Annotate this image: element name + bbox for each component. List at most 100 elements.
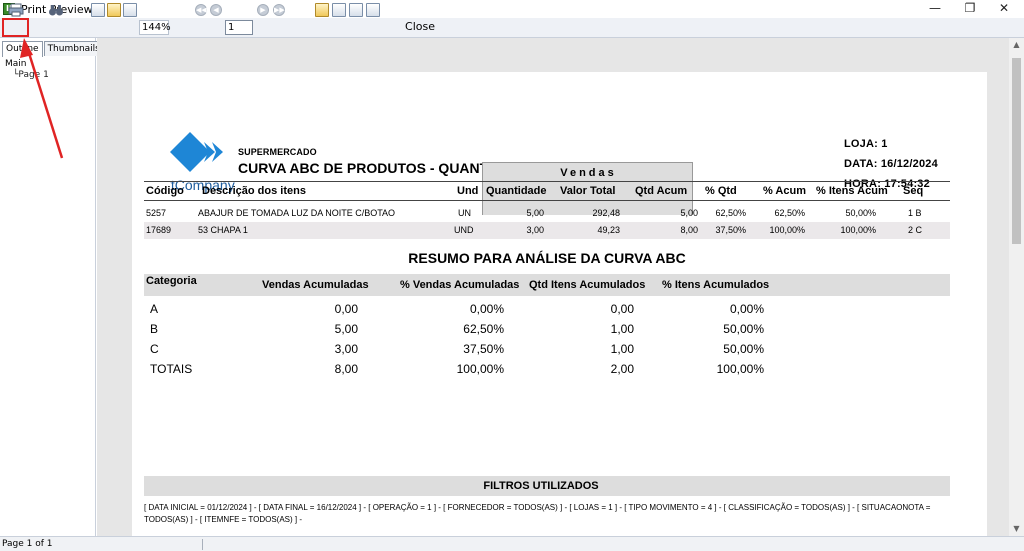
first-page-button[interactable]: ◀◀ [195,2,207,18]
multi-pages-icon [366,3,380,17]
preview-viewer[interactable]: NextCompany SUPERMERCADO CURVA ABC DE PR… [97,38,1009,536]
find-button[interactable] [48,2,64,18]
close-preview-button[interactable]: Close [404,19,436,35]
col-pct-itens-acum: % Itens Acum [816,185,888,197]
tree-item-page-1-label: Page 1 [18,70,49,80]
res-vendas: 8,00 [334,362,358,376]
highlight-box [2,18,29,37]
res-vendas: 3,00 [334,342,358,356]
res-col-vendas: Vendas Acumuladas [262,279,369,291]
row-pct-acum: 100,00% [769,225,805,235]
res-qtd-itens: 2,00 [610,362,634,376]
col-pct-qtd: % Qtd [705,185,737,197]
whole-page-button[interactable] [123,2,137,18]
view-two-pages-button[interactable] [332,2,346,18]
res-pct-vendas: 37,50% [463,342,504,356]
res-col-qtd-itens: Qtd Itens Acumulados [529,279,646,291]
page-width-icon [107,3,121,17]
row-pct-itens: 100,00% [840,225,876,235]
col-quantidade: Quantidade [486,185,547,197]
res-col-pct-itens: % Itens Acumulados [662,279,770,291]
prev-page-icon: ◀ [210,4,222,16]
res-cat: B [150,322,159,336]
col-seq: Seq [903,185,924,197]
prev-page-button[interactable]: ◀ [210,2,222,18]
next-page-icon: ▶ [257,4,269,16]
row-descricao: ABAJUR DE TOMADA LUZ DA NOITE C/BOTAO [198,208,396,218]
res-vendas: 0,00 [334,302,358,316]
row-pct-qtd: 62,50% [715,208,746,218]
row-valor-total: 49,23 [597,225,620,235]
page-number-input[interactable]: 1 [225,20,253,35]
view-four-pages-button[interactable] [349,2,363,18]
res-pct-vendas: 0,00% [469,302,504,316]
row-pct-itens: 50,00% [845,208,876,218]
printer-icon [8,3,24,17]
outline-tree: Main └Page 1 [5,59,49,81]
restore-button[interactable]: ❐ [953,0,987,18]
vendas-label: Vendas [560,167,617,179]
binoculars-icon [49,5,63,16]
row-seq: 1 B [908,208,922,218]
res-pct-itens: 50,00% [723,322,764,336]
filtros-title: FILTROS UTILIZADOS [483,480,599,492]
row-seq: 2 C [908,225,923,235]
col-valor-total: Valor Total [560,185,616,197]
close-window-button[interactable]: ✕ [987,0,1021,18]
res-cat: C [150,342,159,356]
status-divider [202,539,203,550]
print-button[interactable] [8,2,24,18]
res-cat: TOTAIS [150,362,193,376]
scroll-down-icon[interactable]: ▼ [1009,522,1024,536]
col-descricao: Descrição dos itens [202,185,306,197]
res-pct-vendas: 62,50% [463,322,504,336]
minimize-button[interactable]: — [918,0,952,18]
four-pages-icon [349,3,363,17]
row-descricao: 53 CHAPA 1 [198,225,248,235]
vertical-scrollbar[interactable]: ▲ ▼ [1009,38,1024,536]
last-page-button[interactable]: ▶▶ [273,2,285,18]
filtros-text: [ DATA INICIAL = 01/12/2024 ] - [ DATA F… [144,503,931,524]
res-pct-itens: 100,00% [716,362,764,376]
scrollbar-thumb[interactable] [1012,58,1021,244]
res-cat: A [150,302,159,316]
single-page-button[interactable] [91,2,105,18]
tab-outline[interactable]: Outline [2,41,43,57]
whole-page-icon [123,3,137,17]
scroll-up-icon[interactable]: ▲ [1009,38,1024,52]
page-status: Page 1 of 1 [2,539,53,549]
res-qtd-itens: 1,00 [610,342,634,356]
col-codigo: Código [146,185,184,197]
res-pct-vendas: 100,00% [456,362,504,376]
res-col-categoria: Categoria [146,275,197,287]
zoom-select[interactable]: 144% [139,20,171,35]
first-page-icon: ◀◀ [195,4,207,16]
row-und: UND [454,225,474,235]
table-row: 17689 53 CHAPA 1 UND 3,00 49,23 8,00 37,… [144,222,950,239]
tree-item-main[interactable]: Main [5,59,49,70]
res-qtd-itens: 0,00 [610,302,634,316]
page-width-button[interactable] [107,2,121,18]
tree-item-page-1[interactable]: └Page 1 [5,70,49,81]
row-codigo: 17689 [146,225,172,235]
title-bar: II Print Preview — ❐ ✕ [0,0,1024,18]
col-pct-acum: % Acum [763,185,806,197]
row-codigo: 5257 [146,208,167,218]
view-multi-pages-button[interactable] [366,2,380,18]
single-page-icon [91,3,105,17]
date-label: DATA: 16/12/2024 [844,158,938,170]
row-quantidade: 3,00 [526,225,544,235]
res-col-pct-vendas: % Vendas Acumuladas [400,279,520,291]
next-page-button[interactable]: ▶ [257,2,269,18]
row-qtd-acum: 5,00 [680,208,698,218]
row-und: UN [458,208,471,218]
view-one-page-button[interactable] [315,2,329,18]
resumo-title: RESUMO PARA ANÁLISE DA CURVA ABC [408,250,686,266]
row-qtd-acum: 8,00 [680,225,698,235]
one-page-icon [315,3,329,17]
last-page-icon: ▶▶ [273,4,285,16]
status-bar: Page 1 of 1 [0,536,1024,551]
row-pct-qtd: 37,50% [715,225,746,235]
outline-panel: Outline Thumbnails Main └Page 1 [0,38,104,536]
tab-thumbnails[interactable]: Thumbnails [43,41,104,56]
